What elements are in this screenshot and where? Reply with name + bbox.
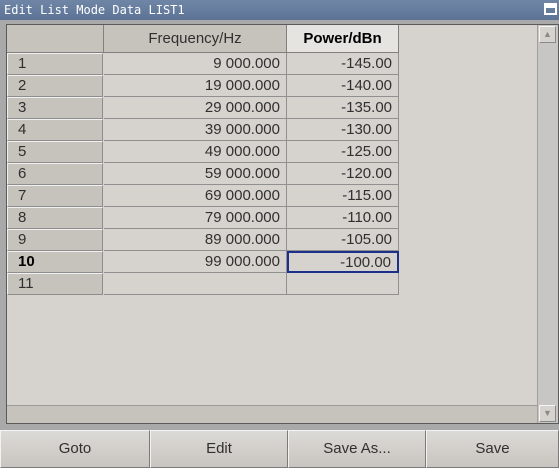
header-corner: [7, 25, 104, 53]
frequency-cell[interactable]: [104, 273, 287, 295]
row-number[interactable]: 9: [7, 229, 103, 251]
window-title-bar: Edit List Mode Data LIST1: [0, 0, 559, 20]
row-number[interactable]: 2: [7, 75, 103, 97]
row-number[interactable]: 11: [7, 273, 103, 295]
power-cell[interactable]: -140.00: [287, 75, 399, 97]
header-frequency[interactable]: Frequency/Hz: [104, 25, 287, 53]
frequency-cell[interactable]: 19 000.000: [104, 75, 287, 97]
save-as-button[interactable]: Save As...: [288, 430, 426, 468]
save-button[interactable]: Save: [426, 430, 559, 468]
power-cell[interactable]: -125.00: [287, 141, 399, 163]
frequency-cell[interactable]: 9 000.000: [104, 53, 287, 75]
frequency-cell[interactable]: 59 000.000: [104, 163, 287, 185]
maximize-icon[interactable]: [544, 3, 557, 15]
list-table-panel: Frequency/Hz Power/dBn 19 000.000 -145.00…: [6, 24, 559, 424]
power-cell[interactable]: -110.00: [287, 207, 399, 229]
power-cell[interactable]: -120.00: [287, 163, 399, 185]
frequency-cell[interactable]: 49 000.000: [104, 141, 287, 163]
scroll-down-icon[interactable]: ▼: [539, 405, 556, 422]
window-title: Edit List Mode Data LIST1: [4, 3, 185, 17]
row-number[interactable]: 7: [7, 185, 103, 207]
power-cell[interactable]: -135.00: [287, 97, 399, 119]
vertical-scrollbar[interactable]: ▲ ▼: [537, 25, 558, 423]
editor-frame: Frequency/Hz Power/dBn 19 000.000 -145.00…: [0, 20, 559, 430]
row-number[interactable]: 10: [7, 251, 103, 273]
frequency-cell[interactable]: 29 000.000: [104, 97, 287, 119]
header-power[interactable]: Power/dBn: [287, 25, 399, 53]
power-cell[interactable]: -115.00: [287, 185, 399, 207]
frequency-cell[interactable]: 69 000.000: [104, 185, 287, 207]
power-cell-selected[interactable]: -100.00: [287, 251, 399, 273]
row-number[interactable]: 8: [7, 207, 103, 229]
row-number[interactable]: 3: [7, 97, 103, 119]
frequency-cell[interactable]: 99 000.000: [104, 251, 287, 273]
row-number[interactable]: 1: [7, 53, 103, 75]
goto-button[interactable]: Goto: [0, 430, 150, 468]
table-footer-strip: [7, 405, 538, 423]
frequency-cell[interactable]: 89 000.000: [104, 229, 287, 251]
power-cell[interactable]: -105.00: [287, 229, 399, 251]
scroll-up-icon[interactable]: ▲: [539, 26, 556, 43]
power-cell[interactable]: -130.00: [287, 119, 399, 141]
power-cell[interactable]: [287, 273, 399, 295]
row-number[interactable]: 6: [7, 163, 103, 185]
row-number[interactable]: 4: [7, 119, 103, 141]
edit-button[interactable]: Edit: [150, 430, 288, 468]
power-cell[interactable]: -145.00: [287, 53, 399, 75]
frequency-cell[interactable]: 79 000.000: [104, 207, 287, 229]
row-number[interactable]: 5: [7, 141, 103, 163]
button-bar: Goto Edit Save As... Save: [0, 430, 559, 468]
frequency-cell[interactable]: 39 000.000: [104, 119, 287, 141]
